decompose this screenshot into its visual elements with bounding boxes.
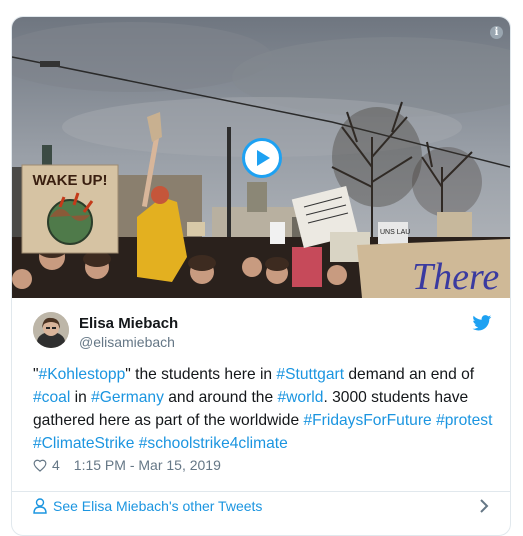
tweet-meta: 4 1:15 PM - Mar 15, 2019	[33, 457, 221, 473]
author-name[interactable]: Elisa Miebach	[79, 315, 178, 332]
hashtag-link[interactable]: #protest	[436, 412, 492, 429]
hashtag-link[interactable]: #FridaysForFuture	[303, 412, 431, 429]
video-thumbnail[interactable]: WAKE UP! UNS LAU There i	[12, 17, 510, 298]
avatar-image	[33, 312, 69, 348]
author-handle[interactable]: @elisamiebach	[79, 334, 175, 350]
hashtag-link[interactable]: #ClimateStrike	[33, 435, 134, 452]
divider	[12, 491, 510, 492]
there-sign: There	[357, 239, 510, 298]
svg-text:UNS LAU: UNS LAU	[380, 229, 410, 236]
tweet-text: "#Kohlestopp" the students here in #Stut…	[33, 363, 495, 455]
tweet-text-segment: and around the	[163, 389, 278, 406]
tweet-header: Elisa Miebach @elisamiebach	[12, 298, 510, 358]
play-icon	[257, 150, 270, 166]
svg-text:WAKE UP!: WAKE UP!	[33, 172, 108, 189]
svg-text:There: There	[412, 256, 499, 298]
embedded-tweet-card: WAKE UP! UNS LAU There i Elisa Miebach @…	[11, 16, 511, 536]
avatar[interactable]	[33, 312, 69, 348]
tweet-text-segment: in	[70, 389, 92, 406]
heart-icon[interactable]	[33, 459, 47, 472]
like-count[interactable]: 4	[52, 457, 60, 473]
play-video-button[interactable]	[242, 138, 282, 178]
hashtag-link[interactable]: #Stuttgart	[276, 366, 344, 383]
hashtag-link[interactable]: #coal	[33, 389, 70, 406]
tweet-text-segment: demand an end of	[344, 366, 475, 383]
hashtag-link[interactable]: #Germany	[91, 389, 164, 406]
hashtag-link[interactable]: #Kohlestopp	[39, 366, 126, 383]
wake-up-sign: WAKE UP!	[21, 164, 119, 254]
twitter-bird-icon[interactable]	[472, 315, 492, 331]
hashtag-link[interactable]: #schoolstrike4climate	[139, 435, 288, 452]
tweet-timestamp[interactable]: 1:15 PM - Mar 15, 2019	[74, 457, 221, 473]
hashtag-link[interactable]: #world	[278, 389, 324, 406]
tweet-text-segment: " the students here in	[125, 366, 277, 383]
info-icon[interactable]: i	[490, 26, 503, 39]
